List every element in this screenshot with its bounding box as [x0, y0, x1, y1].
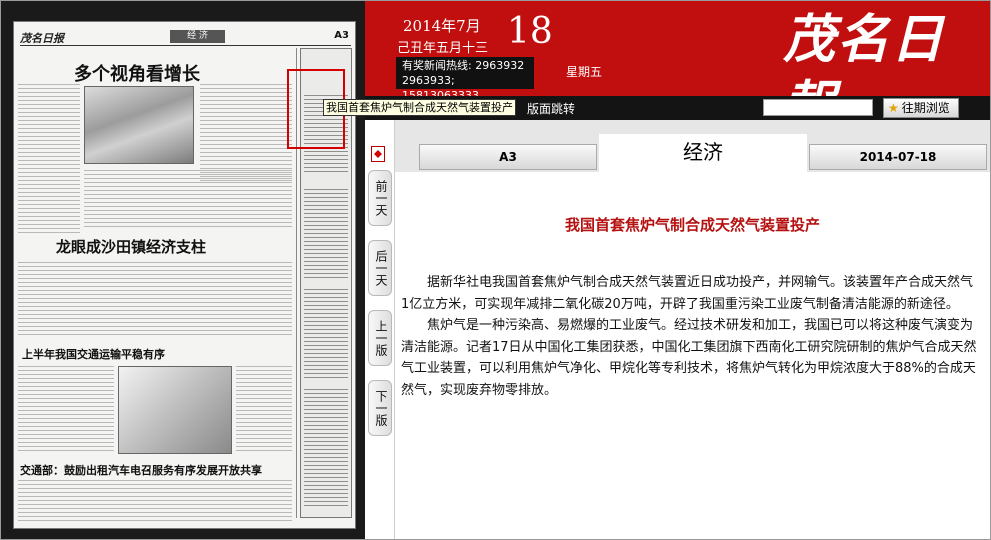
paper-photo-train	[84, 86, 194, 164]
news-hotline-box: 有奖新闻热线: 2963932 2963933; 15813063333	[396, 57, 534, 102]
article-paragraph: 焦炉气是一种污染高、易燃爆的工业废气。经过技术研发和加工，我国已可以将这种废气演…	[401, 318, 977, 398]
pdf-icon[interactable]	[371, 146, 385, 162]
paper-illustration	[118, 366, 232, 454]
paper-brief-text[interactable]	[304, 289, 348, 379]
next-page-button[interactable]: 下一版	[368, 380, 392, 436]
paper-headline-2[interactable]: 龙眼成沙田镇经济支柱	[56, 236, 206, 257]
paper-text-column	[200, 84, 292, 184]
search-input[interactable]	[763, 99, 873, 116]
date-year-month: 2014年7月	[403, 17, 481, 35]
history-browse-label: 往期浏览	[901, 101, 950, 115]
date-lunar: 己丑年五月十三	[397, 41, 489, 56]
history-browse-button[interactable]: ★ 往期浏览	[883, 98, 959, 118]
paper-headline-4[interactable]: 交通部：鼓励出租汽车电召服务有序发展开放共享	[20, 462, 262, 478]
paper-text-column	[84, 170, 292, 230]
star-icon: ★	[888, 101, 899, 115]
paper-page-number: A3	[334, 30, 349, 41]
weekday: 星期五	[566, 65, 603, 79]
paper-text-column	[18, 480, 292, 524]
paper-section-tag: 经 济	[170, 30, 225, 43]
paper-text-column	[18, 84, 80, 234]
date-day: 18	[507, 11, 553, 52]
article-body: 据新华社电我国首套焦炉气制合成天然气装置近日成功投产，并网输气。该装置年产合成天…	[401, 272, 979, 401]
paper-headline-3[interactable]: 上半年我国交通运输平稳有序	[22, 346, 165, 362]
paper-brief-text[interactable]	[304, 189, 348, 279]
page-jump-label[interactable]: 版面跳转	[527, 100, 575, 117]
content-area: 前一天 后一天 上一版 下一版 A3 经济 2014-07-18 我国首套焦炉气…	[365, 120, 990, 539]
paper-text-column	[18, 366, 114, 454]
next-day-button[interactable]: 后一天	[368, 240, 392, 296]
tab-page-number[interactable]: A3	[419, 144, 597, 170]
page-preview-panel: 茂名日报 经 济 A3 多个视角看增长 龙眼成沙田镇经济支柱 上半年我国交通运输…	[1, 1, 365, 539]
article-paragraph: 据新华社电我国首套焦炉气制合成天然气装置近日成功投产，并网输气。该装置年产合成天…	[401, 275, 974, 312]
paper-text-column	[18, 262, 292, 336]
tab-strip: A3 经济 2014-07-18	[395, 120, 990, 172]
tab-date[interactable]: 2014-07-18	[809, 144, 987, 170]
site-header: 2014年7月 己丑年五月十三 18 有奖新闻热线: 2963932 29639…	[365, 1, 990, 136]
prev-day-button[interactable]: 前一天	[368, 170, 392, 226]
side-navigation: 前一天 后一天 上一版 下一版	[365, 120, 395, 539]
article-tooltip: 我国首套焦炉气制合成天然气装置投产	[323, 99, 516, 116]
tab-section[interactable]: 经济	[599, 134, 807, 172]
prev-page-button[interactable]: 上一版	[368, 310, 392, 366]
paper-logo: 茂名日报	[20, 32, 64, 45]
article-title: 我国首套焦炉气制合成天然气装置投产	[564, 216, 820, 234]
hotline-line-1: 有奖新闻热线: 2963932	[402, 59, 525, 72]
paper-brief-text[interactable]	[304, 389, 348, 509]
paper-headline-1[interactable]: 多个视角看增长	[74, 60, 200, 86]
paper-masthead: 茂名日报 经 济 A3	[20, 28, 351, 46]
paper-text-column	[236, 366, 292, 454]
